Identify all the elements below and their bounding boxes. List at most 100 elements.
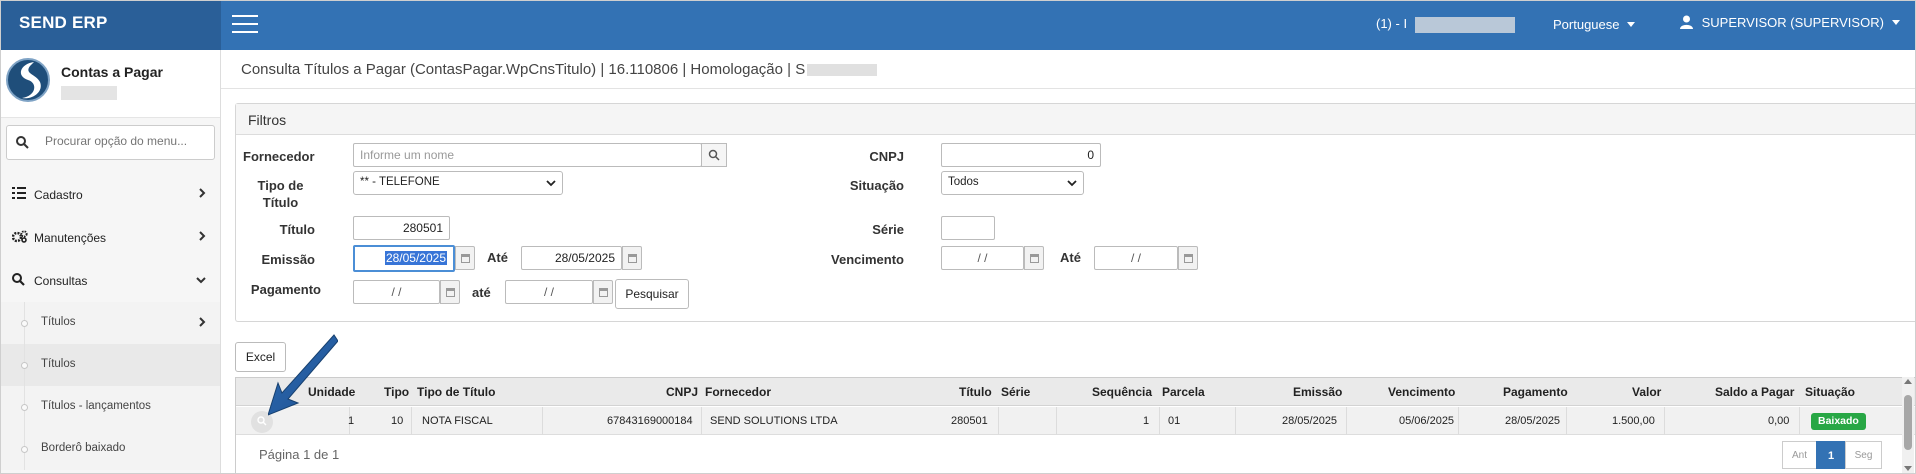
col-pagamento[interactable]: Pagamento: [1503, 385, 1568, 399]
titulo-input[interactable]: 280501: [353, 216, 450, 240]
calendar-icon: [446, 288, 455, 297]
cnpj-input[interactable]: 0: [941, 143, 1101, 167]
gears-icon: [12, 230, 28, 243]
pagamento-label: Pagamento: [250, 282, 321, 297]
menu-toggle-icon[interactable]: [232, 15, 258, 35]
cell-divider: [1566, 407, 1567, 435]
tree-dot: [21, 362, 28, 369]
pesquisar-button[interactable]: Pesquisar: [615, 279, 689, 309]
col-titulo[interactable]: Título: [959, 385, 992, 399]
scroll-up-icon[interactable]: [1904, 379, 1912, 384]
sidebar-subitem-titulos-group[interactable]: Títulos: [0, 302, 220, 344]
tree-dot: [21, 404, 28, 411]
tipo-titulo-label: Tipo de Título: [257, 178, 304, 210]
pager-prev-button[interactable]: Ant: [1782, 441, 1817, 469]
tipo-titulo-value: ** - TELEFONE: [360, 176, 440, 188]
annotation-arrow-icon: [268, 334, 338, 416]
cell-divider: [1458, 407, 1459, 435]
list-icon: [12, 187, 26, 199]
scroll-down-icon[interactable]: [1904, 466, 1912, 471]
table-row[interactable]: 1 10 NOTA FISCAL 67843169000184 SEND SOL…: [236, 407, 1916, 435]
calendar-icon: [628, 254, 637, 263]
language-dropdown[interactable]: Portuguese: [1553, 17, 1636, 32]
pagamento-de-input[interactable]: / /: [353, 280, 440, 304]
filters-panel: Filtros Fornecedor Informe um nome Tipo …: [235, 103, 1916, 322]
calendar-icon: [461, 254, 470, 263]
brand-logo[interactable]: SEND ERP: [0, 0, 221, 50]
fornecedor-input[interactable]: Informe um nome: [353, 143, 702, 167]
company-selector[interactable]: (1) - I: [1376, 16, 1515, 33]
grid-scrollbar[interactable]: [1902, 377, 1914, 474]
cell-fornecedor: SEND SOLUTIONS LTDA: [710, 415, 838, 427]
emissao-de-calendar-button[interactable]: [455, 246, 475, 270]
emissao-ate-label: Até: [487, 250, 508, 265]
col-cnpj[interactable]: CNPJ: [666, 385, 698, 399]
col-parcela[interactable]: Parcela: [1162, 385, 1205, 399]
company-label: (1) - I: [1376, 16, 1408, 31]
scroll-thumb[interactable]: [1904, 395, 1912, 450]
col-valor[interactable]: Valor: [1632, 385, 1661, 399]
vencimento-de-calendar-button[interactable]: [1024, 246, 1044, 270]
pager-page-1[interactable]: 1: [1816, 441, 1846, 469]
pagamento-de-calendar-button[interactable]: [440, 280, 460, 304]
sidebar-item-cadastro[interactable]: Cadastro: [0, 173, 220, 215]
tipo-titulo-select[interactable]: ** - TELEFONE: [353, 171, 563, 195]
top-bar: SEND ERP (1) - I Portuguese SUPERVISOR (…: [0, 0, 1916, 50]
cell-divider: [1799, 407, 1800, 435]
col-emissao[interactable]: Emissão: [1293, 385, 1342, 399]
user-icon: [1680, 15, 1693, 29]
sidebar-subitem-label: Borderô baixado: [41, 442, 126, 454]
menu-search[interactable]: [6, 125, 215, 160]
cell-saldo: 0,00: [1768, 415, 1790, 427]
vencimento-ate-input[interactable]: / /: [1094, 246, 1178, 270]
col-situacao[interactable]: Situação: [1805, 385, 1855, 399]
pagamento-ate-calendar-button[interactable]: [593, 280, 613, 304]
pager-next-button[interactable]: Seg: [1845, 441, 1882, 469]
redacted-subtitle: [61, 86, 117, 100]
situacao-select[interactable]: Todos: [941, 171, 1084, 195]
sidebar-item-consultas[interactable]: Consultas: [0, 259, 220, 301]
col-tipo-titulo[interactable]: Tipo de Título: [417, 385, 495, 399]
sidebar-item-label: Cadastro: [34, 188, 83, 202]
search-icon: [257, 416, 267, 426]
chevron-down-icon: [1067, 180, 1077, 187]
user-label: SUPERVISOR (SUPERVISOR): [1701, 15, 1884, 30]
pagamento-ate-input[interactable]: / /: [505, 280, 593, 304]
col-sequencia[interactable]: Sequência: [1092, 385, 1152, 399]
fornecedor-search-button[interactable]: [701, 143, 727, 167]
sidebar-subitem-label: Títulos: [41, 316, 76, 328]
cell-divider: [1664, 407, 1665, 435]
emissao-de-value: 28/05/2025: [384, 251, 447, 265]
col-fornecedor[interactable]: Fornecedor: [705, 385, 771, 399]
user-menu[interactable]: SUPERVISOR (SUPERVISOR): [1680, 15, 1900, 30]
cell-emissao: 28/05/2025: [1282, 415, 1338, 427]
cell-vencimento: 05/06/2025: [1399, 415, 1455, 427]
emissao-ate-input[interactable]: 28/05/2025: [521, 246, 622, 270]
sidebar-subitem-titulos[interactable]: Títulos: [0, 344, 220, 386]
col-serie[interactable]: Série: [1001, 385, 1030, 399]
serie-input[interactable]: [941, 216, 995, 240]
menu-search-input[interactable]: [45, 134, 205, 148]
cell-divider: [1346, 407, 1347, 435]
col-vencimento[interactable]: Vencimento: [1388, 385, 1455, 399]
sidebar-subitem-titulos-lancamentos[interactable]: Títulos - lançamentos: [0, 386, 220, 428]
sidebar-item-label: Consultas: [34, 274, 88, 288]
tree-dot: [21, 320, 28, 327]
cell-cnpj: 67843169000184: [607, 415, 693, 427]
col-saldo[interactable]: Saldo a Pagar: [1715, 385, 1794, 399]
chevron-right-icon: [199, 188, 206, 198]
pager-info: Página 1 de 1: [259, 447, 340, 462]
calendar-icon: [599, 288, 608, 297]
chevron-right-icon: [199, 317, 206, 327]
serie-label: Série: [872, 222, 904, 237]
search-icon: [708, 149, 720, 161]
sidebar-subitem-bordero-baixado[interactable]: Borderô baixado: [0, 428, 220, 470]
chevron-down-icon: [196, 277, 206, 284]
col-tipo[interactable]: Tipo: [384, 385, 409, 399]
vencimento-ate-calendar-button[interactable]: [1178, 246, 1198, 270]
search-icon: [12, 273, 25, 286]
sidebar-item-manutencoes[interactable]: Manutenções: [0, 216, 220, 258]
vencimento-de-input[interactable]: / /: [941, 246, 1024, 270]
emissao-de-input[interactable]: 28/05/2025: [353, 245, 455, 272]
emissao-ate-calendar-button[interactable]: [622, 246, 642, 270]
